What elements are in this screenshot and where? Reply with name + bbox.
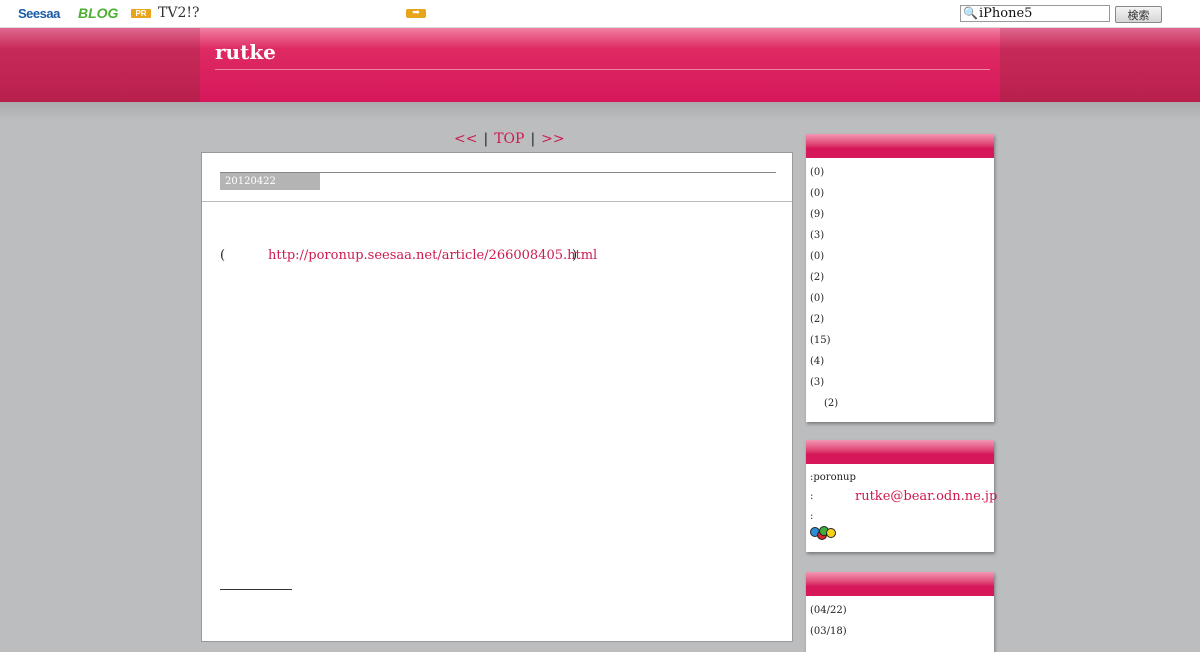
nav-separator: | xyxy=(530,131,536,147)
category-item[interactable]: (0) xyxy=(810,288,990,309)
community-badge-icon[interactable] xyxy=(810,526,838,540)
recent-article-item[interactable]: (04/22) xyxy=(810,600,990,621)
seesaa-logo[interactable]: Seesaa xyxy=(18,6,60,21)
category-item[interactable]: (4) xyxy=(810,351,990,372)
category-item[interactable]: (3) xyxy=(810,372,990,393)
top-link[interactable]: TOP xyxy=(494,131,524,147)
article-divider xyxy=(202,201,792,202)
article-date: 20120422 xyxy=(220,173,320,190)
article-paren-open: ( xyxy=(220,248,226,263)
article-nav: << | TOP | >> xyxy=(454,131,571,147)
category-item[interactable]: (0) xyxy=(810,246,990,267)
author-name: :poronup xyxy=(810,472,856,483)
mail-row: : rutke@bear.odn.ne.jp xyxy=(810,486,997,508)
prev-article-link[interactable]: << xyxy=(454,131,477,147)
recent-articles-header xyxy=(806,572,994,596)
search-input[interactable] xyxy=(979,6,1107,21)
next-article-link[interactable]: >> xyxy=(541,131,564,147)
recent-articles-box: (04/22) (03/18) xyxy=(806,572,994,652)
blog-header: rutke xyxy=(200,28,1000,102)
profile-box: :poronup : rutke@bear.odn.ne.jp : xyxy=(806,440,997,552)
profile-body: :poronup : rutke@bear.odn.ne.jp : xyxy=(806,464,997,544)
recent-articles-list: (04/22) (03/18) xyxy=(806,596,994,646)
nav-separator: | xyxy=(483,131,489,147)
category-item[interactable]: (2) xyxy=(810,267,990,288)
signature-divider xyxy=(220,589,292,590)
profile-extra: : xyxy=(810,511,814,522)
category-item[interactable]: (2) xyxy=(810,309,990,330)
recent-article-item[interactable]: (03/18) xyxy=(810,621,990,642)
pr-ad-link[interactable]: TV2!? xyxy=(158,5,200,21)
profile-box-header xyxy=(806,440,994,464)
category-item[interactable]: (0) xyxy=(810,183,990,204)
blog-logo[interactable]: BLOG xyxy=(78,5,118,21)
blog-title[interactable]: rutke xyxy=(215,40,276,64)
top-bar: Seesaa BLOG PR TV2!? ➡ 🔍 検索 xyxy=(0,0,1200,28)
header-shadow xyxy=(0,102,1200,120)
pr-badge: PR xyxy=(131,9,151,18)
category-item[interactable]: (2) xyxy=(810,393,990,414)
article-panel: 20120422 ( http://poronup.seesaa.net/art… xyxy=(201,152,793,642)
mail-prefix: : xyxy=(810,491,814,502)
category-list: (0) (0) (9) (3) (0) (2) (0) (2) (15) (4)… xyxy=(806,158,994,418)
search-button[interactable]: 検索 xyxy=(1115,6,1162,23)
search-icon: 🔍 xyxy=(963,6,978,20)
category-item[interactable]: (15) xyxy=(810,330,990,351)
search-box: 🔍 xyxy=(960,5,1110,22)
category-item[interactable]: (3) xyxy=(810,225,990,246)
category-box-header xyxy=(806,134,994,158)
category-item[interactable]: (0) xyxy=(810,162,990,183)
category-item[interactable]: (9) xyxy=(810,204,990,225)
article-paren-close: ) xyxy=(572,248,578,263)
arrow-right-icon[interactable]: ➡ xyxy=(406,9,426,18)
article-link[interactable]: http://poronup.seesaa.net/article/266008… xyxy=(268,248,597,263)
mail-link[interactable]: rutke@bear.odn.ne.jp xyxy=(855,486,997,508)
header-divider xyxy=(215,69,990,70)
category-box: (0) (0) (9) (3) (0) (2) (0) (2) (15) (4)… xyxy=(806,134,994,422)
